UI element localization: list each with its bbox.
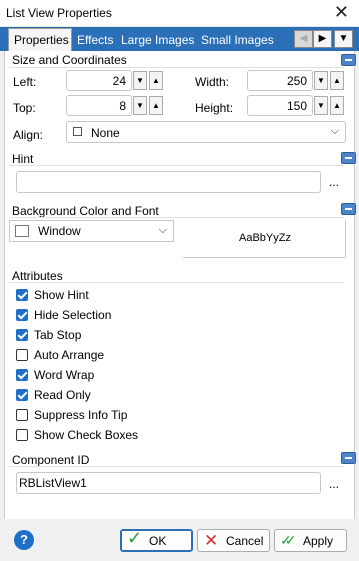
checkbox[interactable] xyxy=(16,369,28,381)
tab-strip: Properties Effects Large Images Small Im… xyxy=(0,27,359,51)
color-swatch xyxy=(15,225,29,237)
width-input[interactable]: 250 xyxy=(247,70,313,91)
divider xyxy=(9,466,344,467)
section-title-component-id: Component ID xyxy=(12,453,90,467)
tab-menu-chevron-down-icon[interactable]: ▼ xyxy=(334,30,353,48)
tab-effects[interactable]: Effects xyxy=(77,29,119,51)
top-increment-icon[interactable]: ▲ xyxy=(149,96,163,115)
width-increment-icon[interactable]: ▲ xyxy=(330,71,344,90)
double-check-icon: ✓✓ xyxy=(280,532,297,548)
collapse-background-icon[interactable] xyxy=(341,203,356,215)
divider xyxy=(9,165,344,166)
checkbox-label[interactable]: Tab Stop xyxy=(34,328,81,342)
height-label: Height: xyxy=(195,101,234,115)
top-decrement-icon[interactable]: ▼ xyxy=(133,96,147,115)
cross-icon: ✕ xyxy=(204,531,219,550)
divider xyxy=(9,67,344,68)
checkbox[interactable] xyxy=(16,429,28,441)
section-title-background: Background Color and Font xyxy=(12,204,159,218)
collapse-component-icon[interactable] xyxy=(341,452,356,464)
height-input[interactable]: 150 xyxy=(247,95,313,116)
component-browse-button[interactable]: ... xyxy=(329,477,339,491)
collapse-hint-icon[interactable] xyxy=(341,152,356,164)
width-decrement-icon[interactable]: ▼ xyxy=(314,71,328,90)
ok-button[interactable]: ✓ OK xyxy=(120,529,193,552)
checkbox[interactable] xyxy=(16,289,28,301)
window-title: List View Properties xyxy=(6,6,112,20)
section-title-size: Size and Coordinates xyxy=(12,53,127,67)
tab-large-images[interactable]: Large Images xyxy=(121,29,199,51)
align-none-icon xyxy=(73,127,82,136)
tab-scroll-right-icon[interactable]: ▶ xyxy=(313,30,332,48)
align-label: Align: xyxy=(13,128,44,142)
checkbox-label[interactable]: Show Hint xyxy=(34,288,89,302)
background-color-select[interactable]: Window ⌵ xyxy=(9,220,174,242)
hint-input[interactable] xyxy=(16,171,321,193)
divider xyxy=(9,217,344,218)
height-increment-icon[interactable]: ▲ xyxy=(330,96,344,115)
divider xyxy=(9,282,344,283)
align-select[interactable]: None ⌵ xyxy=(66,121,346,143)
title-bar: List View Properties ✕ xyxy=(0,0,359,27)
left-label: Left: xyxy=(13,75,37,89)
section-title-hint: Hint xyxy=(12,152,34,166)
checkbox[interactable] xyxy=(16,349,28,361)
checkbox[interactable] xyxy=(16,329,28,341)
checkbox-label[interactable]: Hide Selection xyxy=(34,308,111,322)
section-title-attributes: Attributes xyxy=(12,269,63,283)
help-icon[interactable]: ? xyxy=(14,530,34,550)
top-label: Top: xyxy=(13,101,36,115)
checkbox[interactable] xyxy=(16,389,28,401)
checkbox[interactable] xyxy=(16,409,28,421)
tab-small-images[interactable]: Small Images xyxy=(201,29,281,51)
dialog-footer: ? ✓ OK ✕ Cancel ✓✓ Apply xyxy=(0,519,359,561)
checkbox-label[interactable]: Show Check Boxes xyxy=(34,428,138,442)
component-id-input[interactable]: RBListView1 xyxy=(16,472,321,494)
hint-browse-button[interactable]: ... xyxy=(329,175,339,189)
tab-scroll-left-icon[interactable]: ◀ xyxy=(294,30,313,48)
height-decrement-icon[interactable]: ▼ xyxy=(314,96,328,115)
left-input[interactable]: 24 xyxy=(66,70,132,91)
checkbox-label[interactable]: Auto Arrange xyxy=(34,348,104,362)
cancel-button[interactable]: ✕ Cancel xyxy=(197,529,270,552)
close-icon[interactable]: ✕ xyxy=(334,3,349,21)
collapse-size-icon[interactable] xyxy=(341,54,356,66)
checkbox-label[interactable]: Read Only xyxy=(34,388,91,402)
tab-properties[interactable]: Properties xyxy=(8,28,72,51)
top-input[interactable]: 8 xyxy=(66,95,132,116)
chevron-down-icon: ⌵ xyxy=(330,125,339,137)
checkbox-label[interactable]: Suppress Info Tip xyxy=(34,408,127,422)
apply-button[interactable]: ✓✓ Apply xyxy=(274,529,347,552)
properties-panel: Size and Coordinates Left: 24 ▼ ▲ Width:… xyxy=(4,51,356,519)
checkbox[interactable] xyxy=(16,309,28,321)
checkmark-icon: ✓ xyxy=(127,528,143,548)
left-decrement-icon[interactable]: ▼ xyxy=(133,71,147,90)
chevron-down-icon: ⌵ xyxy=(158,224,167,236)
checkbox-label[interactable]: Word Wrap xyxy=(34,368,94,382)
font-preview-button[interactable]: AaBbYyZz xyxy=(183,220,346,258)
left-increment-icon[interactable]: ▲ xyxy=(149,71,163,90)
width-label: Width: xyxy=(195,75,230,89)
font-preview-text: AaBbYyZz xyxy=(239,232,291,244)
